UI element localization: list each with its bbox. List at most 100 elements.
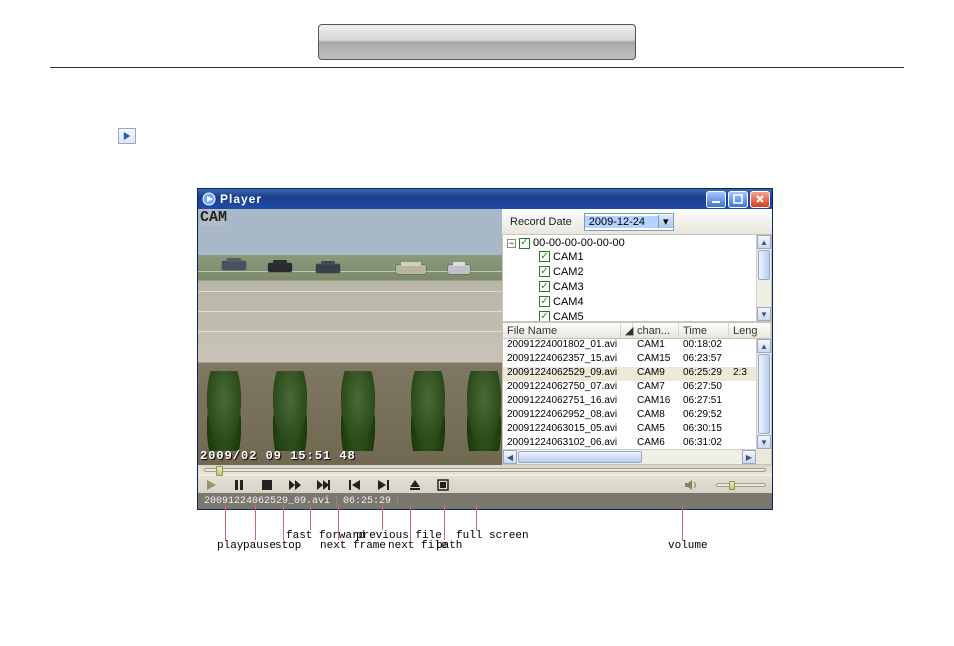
- play-icon[interactable]: [118, 128, 136, 144]
- anno-volume: volume: [668, 540, 708, 552]
- next-file-button[interactable]: [376, 479, 390, 491]
- fast-forward-button[interactable]: [288, 479, 302, 491]
- table-row[interactable]: 20091224063015_05.aviCAM506:30:15: [503, 423, 771, 437]
- table-row[interactable]: 20091224062529_09.aviCAM906:25:292:3: [503, 367, 771, 381]
- col-length[interactable]: Leng: [729, 323, 771, 338]
- scroll-left-icon[interactable]: ◀: [503, 450, 517, 464]
- scroll-up-icon[interactable]: ▲: [757, 339, 771, 353]
- anno-full-screen: full screen: [456, 530, 529, 542]
- table-row[interactable]: 20091224001802_01.aviCAM100:18:02: [503, 339, 771, 353]
- camera-label: CAM: [200, 209, 227, 226]
- table-row[interactable]: 20091224062750_07.aviCAM706:27:50: [503, 381, 771, 395]
- road-scene: [198, 253, 502, 363]
- chevron-down-icon: ▾: [658, 215, 673, 228]
- path-button[interactable]: [408, 479, 422, 491]
- sort-indicator-icon[interactable]: ◢: [621, 323, 633, 338]
- seek-track[interactable]: [204, 468, 766, 472]
- checkbox-icon[interactable]: ✓: [539, 311, 550, 322]
- col-time[interactable]: Time: [679, 323, 729, 338]
- minimize-button[interactable]: [706, 191, 726, 208]
- cell-time: 06:30:15: [679, 423, 729, 437]
- seek-bar[interactable]: [198, 465, 772, 475]
- tree-item[interactable]: ✓CAM5: [527, 309, 767, 322]
- scroll-corner: [756, 449, 771, 464]
- next-frame-button[interactable]: [316, 479, 330, 491]
- status-time: 06:25:29: [343, 496, 398, 507]
- col-filename[interactable]: File Name: [503, 323, 621, 338]
- play-button[interactable]: [204, 479, 218, 491]
- video-pane[interactable]: CAM 2009/02 09 15:51 48: [198, 209, 502, 465]
- checkbox-icon[interactable]: ✓: [539, 266, 550, 277]
- tree-item[interactable]: ✓CAM3: [527, 279, 767, 294]
- record-date-value: 2009-12-24: [585, 216, 658, 228]
- table-row[interactable]: 20091224062751_16.aviCAM1606:27:51: [503, 395, 771, 409]
- cell-filename: 20091224063015_05.avi: [503, 423, 633, 437]
- checkbox-icon[interactable]: ✓: [539, 296, 550, 307]
- tree-item[interactable]: ✓CAM4: [527, 294, 767, 309]
- record-date-select[interactable]: 2009-12-24 ▾: [584, 213, 674, 231]
- seek-handle[interactable]: [216, 466, 223, 476]
- stop-button[interactable]: [260, 479, 274, 491]
- cell-channel: CAM1: [633, 339, 679, 353]
- file-list[interactable]: File Name ◢ chan... Time Leng 2009122400…: [502, 322, 772, 465]
- maximize-button[interactable]: [728, 191, 748, 208]
- tree-item[interactable]: ✓CAM2: [527, 264, 767, 279]
- app-icon: [202, 192, 216, 206]
- status-file: 20091224062529_09.avi: [204, 496, 337, 507]
- cell-filename: 20091224062751_16.avi: [503, 395, 633, 409]
- cell-time: 06:29:52: [679, 409, 729, 423]
- cell-filename: 20091224062529_09.avi: [503, 367, 633, 381]
- col-channel[interactable]: chan...: [633, 323, 679, 338]
- document-header: [50, 10, 904, 68]
- tree-root-label: 00-00-00-00-00-00: [533, 237, 625, 249]
- titlebar[interactable]: Player: [198, 189, 772, 209]
- camera-name: CAM1: [553, 251, 584, 263]
- previous-file-button[interactable]: [348, 479, 362, 491]
- volume-slider[interactable]: [716, 483, 766, 487]
- filelist-hscroll[interactable]: ◀ ▶: [503, 449, 756, 464]
- tree-item[interactable]: ✓CAM1: [527, 249, 767, 264]
- scroll-down-icon[interactable]: ▼: [757, 435, 771, 449]
- window-title: Player: [220, 192, 262, 206]
- scroll-up-icon[interactable]: ▲: [757, 235, 771, 249]
- close-button[interactable]: [750, 191, 770, 208]
- cell-time: 06:23:57: [679, 353, 729, 367]
- video-timestamp: 2009/02 09 15:51 48: [200, 449, 356, 463]
- camera-name: CAM5: [553, 311, 584, 323]
- cell-channel: CAM7: [633, 381, 679, 395]
- filelist-vscroll[interactable]: ▲ ▼: [756, 339, 771, 449]
- right-panel: Record Date 2009-12-24 ▾ − ✓ 00-00-00-00…: [502, 209, 772, 465]
- cell-channel: CAM5: [633, 423, 679, 437]
- collapse-icon[interactable]: −: [507, 239, 516, 248]
- full-screen-button[interactable]: [436, 479, 450, 491]
- checkbox-icon[interactable]: ✓: [539, 281, 550, 292]
- header-button-placeholder[interactable]: [318, 24, 636, 60]
- scroll-down-icon[interactable]: ▼: [757, 307, 771, 321]
- foliage: [198, 355, 502, 451]
- record-date-bar: Record Date 2009-12-24 ▾: [502, 209, 772, 235]
- cell-time: 06:25:29: [679, 367, 729, 381]
- speaker-icon[interactable]: [684, 479, 698, 491]
- cell-channel: CAM15: [633, 353, 679, 367]
- tree-root[interactable]: − ✓ 00-00-00-00-00-00: [507, 237, 767, 249]
- cell-filename: 20091224062357_15.avi: [503, 353, 633, 367]
- cell-channel: CAM8: [633, 409, 679, 423]
- checkbox-icon[interactable]: ✓: [519, 238, 530, 249]
- controls-bar: [198, 475, 772, 493]
- anno-play: play: [217, 540, 243, 552]
- camera-tree[interactable]: − ✓ 00-00-00-00-00-00 ✓CAM1✓CAM2✓CAM3✓CA…: [502, 234, 772, 322]
- player-window: Player CAM: [197, 188, 773, 510]
- record-date-label: Record Date: [510, 216, 572, 228]
- checkbox-icon[interactable]: ✓: [539, 251, 550, 262]
- table-row[interactable]: 20091224062952_08.aviCAM806:29:52: [503, 409, 771, 423]
- status-bar: 20091224062529_09.avi 06:25:29: [198, 493, 772, 509]
- scroll-right-icon[interactable]: ▶: [742, 450, 756, 464]
- camera-name: CAM4: [553, 296, 584, 308]
- file-list-header[interactable]: File Name ◢ chan... Time Leng: [503, 323, 771, 339]
- cell-time: 00:18:02: [679, 339, 729, 353]
- table-row[interactable]: 20091224062357_15.aviCAM1506:23:57: [503, 353, 771, 367]
- tree-scrollbar[interactable]: ▲ ▼: [756, 235, 771, 321]
- pause-button[interactable]: [232, 479, 246, 491]
- anno-pause: pause: [243, 540, 276, 552]
- volume-handle[interactable]: [729, 481, 735, 490]
